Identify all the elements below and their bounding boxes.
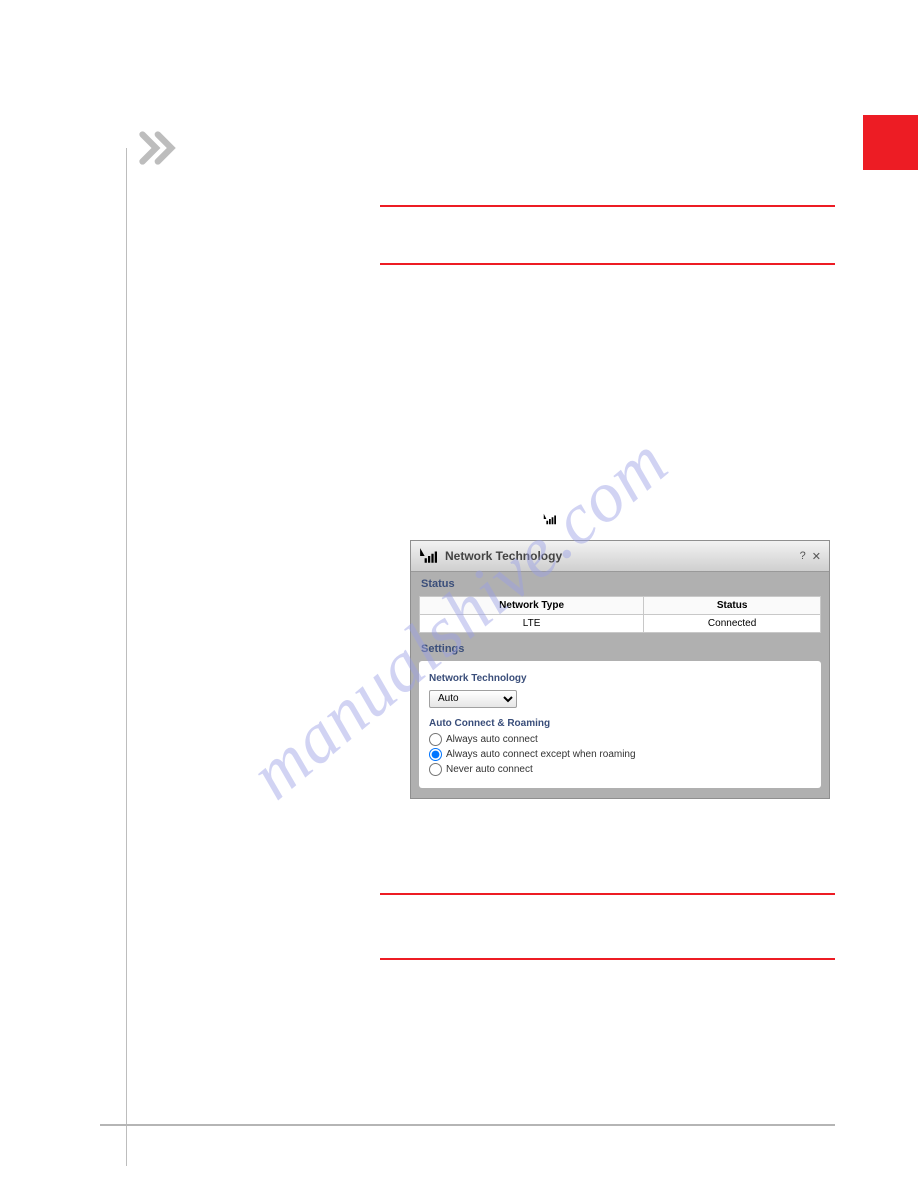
status-section-label: Status bbox=[411, 572, 829, 596]
left-vertical-rule bbox=[126, 148, 127, 1166]
network-technology-dialog: Network Technology ? ✕ Status Network Ty… bbox=[410, 540, 830, 799]
radio-never-auto-connect[interactable]: Never auto connect bbox=[429, 763, 811, 776]
status-col-status: Status bbox=[644, 597, 821, 615]
red-rule bbox=[380, 263, 835, 265]
radio-except-roaming[interactable]: Always auto connect except when roaming bbox=[429, 748, 811, 761]
auto-connect-roaming-label: Auto Connect & Roaming bbox=[429, 718, 811, 729]
radio-input[interactable] bbox=[429, 748, 442, 761]
radio-label: Never auto connect bbox=[446, 764, 533, 775]
settings-panel: Network Technology Auto Auto Connect & R… bbox=[419, 661, 821, 788]
dialog-window: Network Technology ? ✕ Status Network Ty… bbox=[410, 540, 830, 799]
close-button[interactable]: ✕ bbox=[812, 550, 821, 563]
status-col-network-type: Network Type bbox=[420, 597, 644, 615]
dialog-titlebar: Network Technology ? ✕ bbox=[411, 541, 829, 572]
signal-icon bbox=[542, 512, 556, 526]
chevron-icon bbox=[138, 128, 183, 168]
radio-label: Always auto connect except when roaming bbox=[446, 749, 636, 760]
status-value-network-type: LTE bbox=[420, 615, 644, 633]
status-table: Network Type Status LTE Connected bbox=[419, 596, 821, 633]
radio-label: Always auto connect bbox=[446, 734, 538, 745]
page: Network Technology ? ✕ Status Network Ty… bbox=[0, 0, 918, 1188]
red-tab bbox=[863, 115, 918, 170]
radio-always-auto-connect[interactable]: Always auto connect bbox=[429, 733, 811, 746]
settings-section-label: Settings bbox=[411, 637, 829, 661]
network-technology-select[interactable]: Auto bbox=[429, 690, 517, 708]
status-value-status: Connected bbox=[644, 615, 821, 633]
radio-input[interactable] bbox=[429, 763, 442, 776]
signal-icon bbox=[419, 547, 437, 565]
help-button[interactable]: ? bbox=[800, 550, 806, 562]
radio-input[interactable] bbox=[429, 733, 442, 746]
red-rule bbox=[380, 205, 835, 207]
dialog-title: Network Technology bbox=[445, 549, 794, 563]
footer-rule bbox=[100, 1124, 835, 1126]
network-technology-label: Network Technology bbox=[429, 673, 811, 684]
red-rule bbox=[380, 958, 835, 960]
red-rule bbox=[380, 893, 835, 895]
